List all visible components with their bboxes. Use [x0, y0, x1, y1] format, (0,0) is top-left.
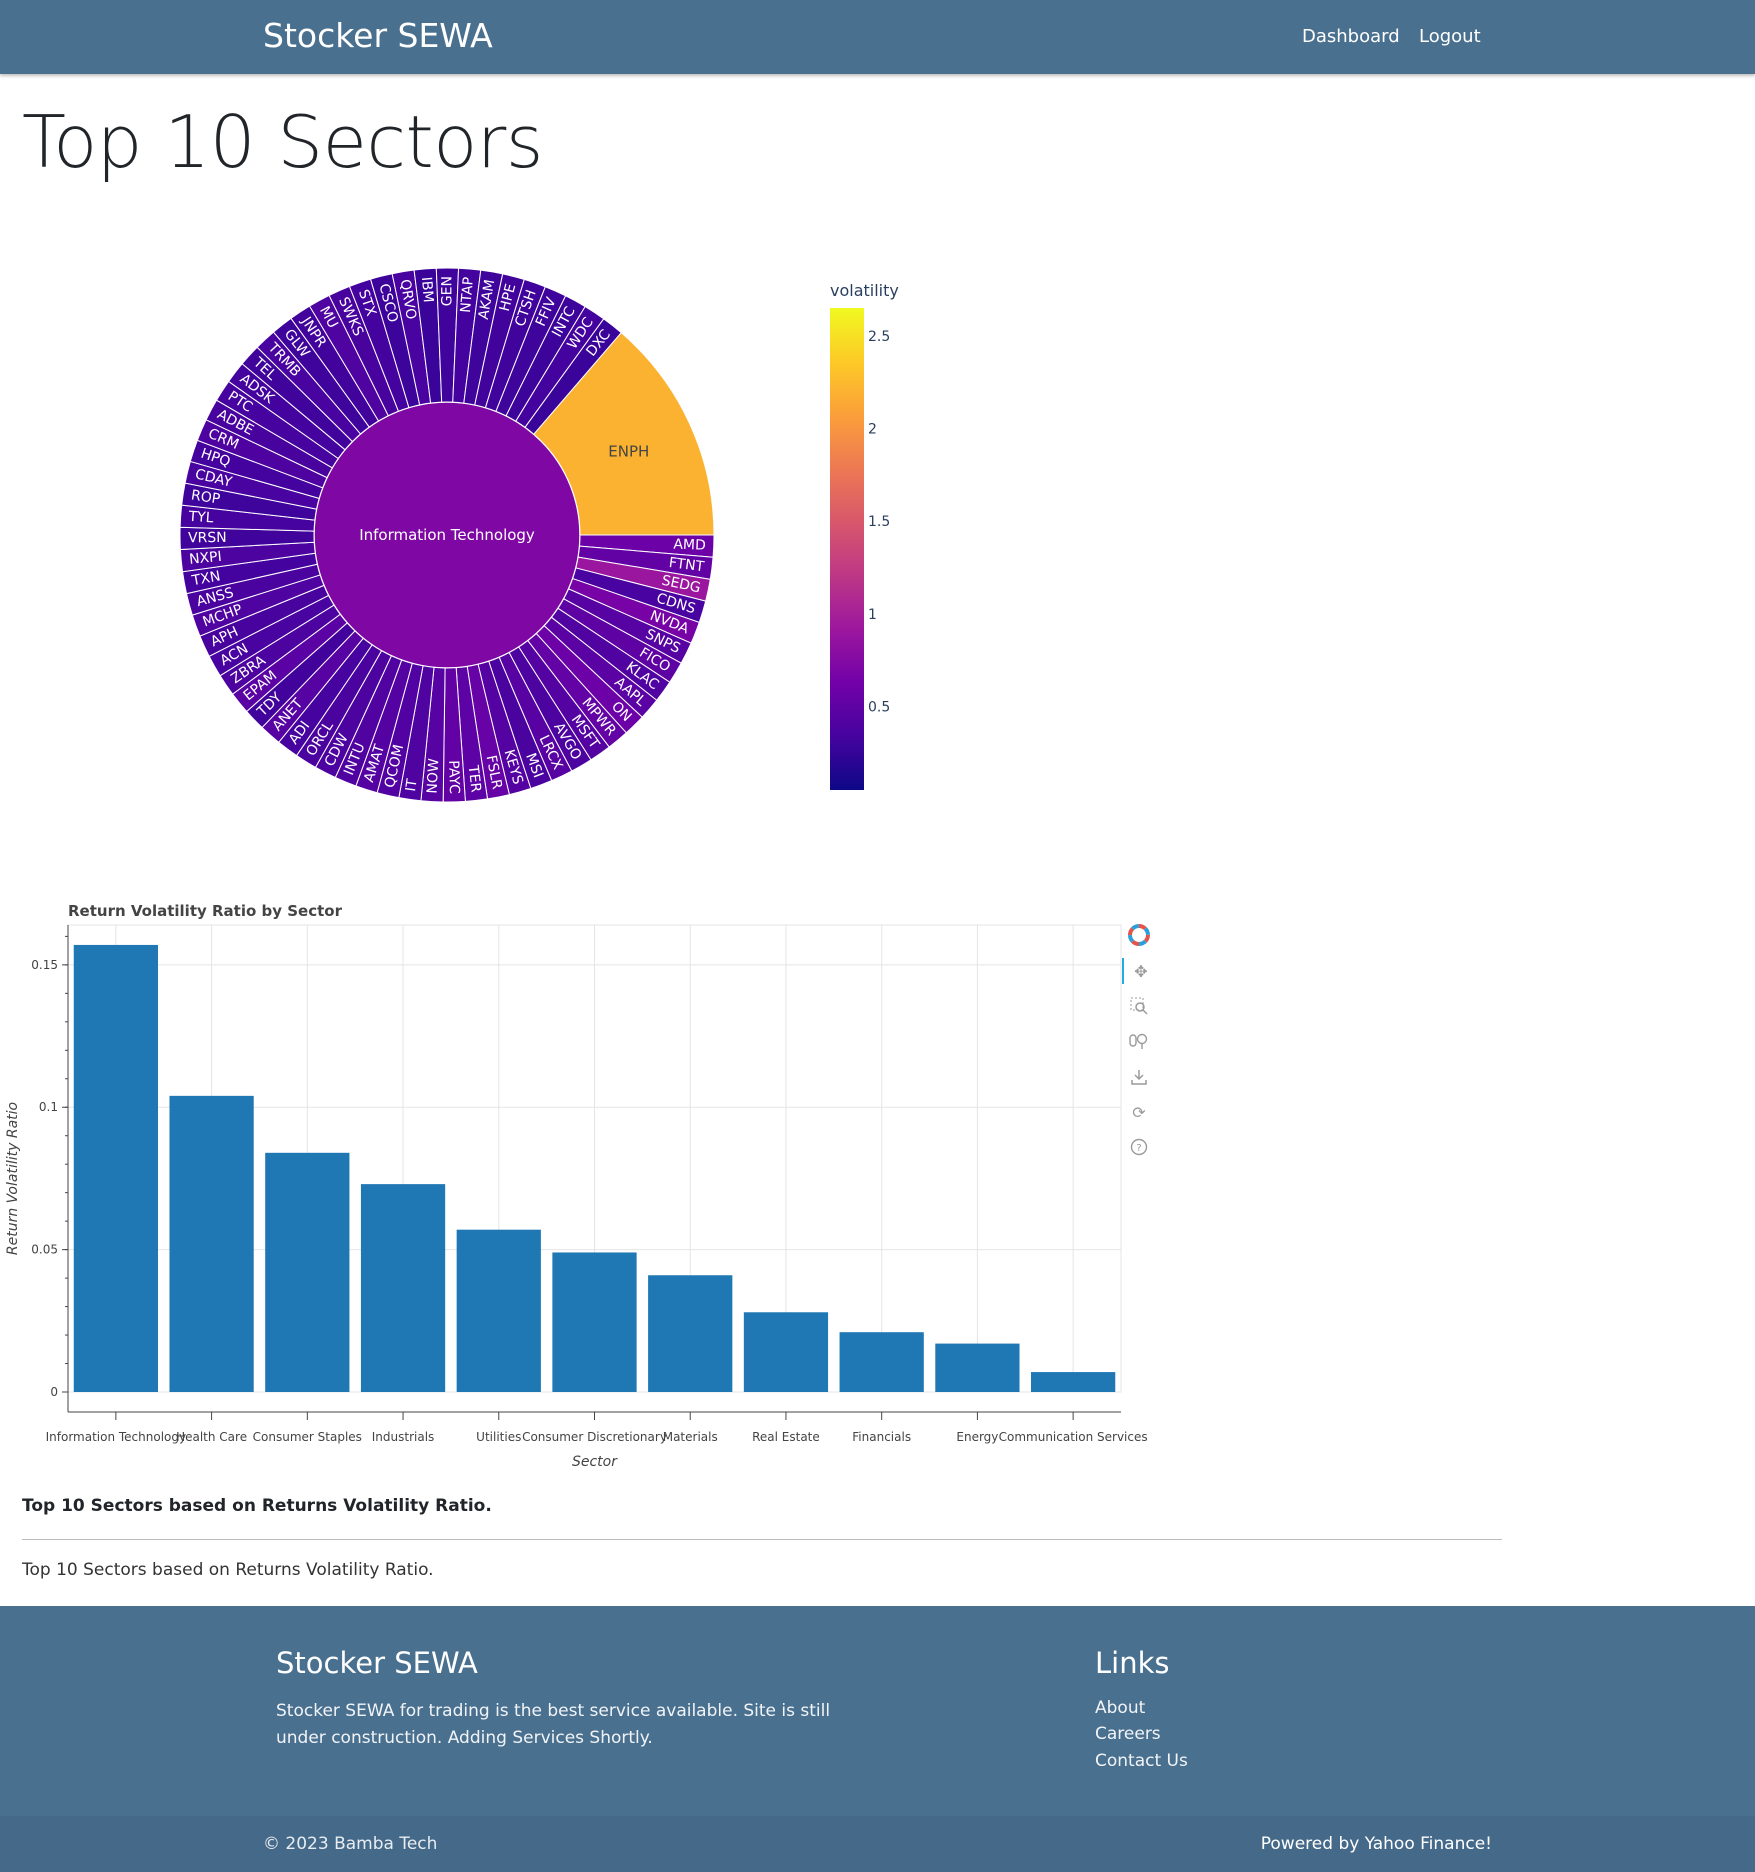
sunburst-segment-label: IBM: [418, 276, 436, 303]
colorbar-tick-label: 2: [868, 422, 877, 438]
x-tick-label: Communication Services: [999, 1430, 1148, 1444]
reset-icon[interactable]: ⟳: [1122, 1099, 1156, 1125]
x-tick-label: Real Estate: [752, 1430, 820, 1444]
sunburst-segment-label: NXPI: [188, 549, 222, 568]
x-tick-label: Materials: [663, 1430, 718, 1444]
colorbar-tick-label: 2.5: [868, 329, 890, 345]
help-icon[interactable]: ?: [1122, 1134, 1156, 1160]
y-tick-label: 0.05: [31, 1243, 58, 1257]
sunburst-segment-label: ENPH: [608, 443, 649, 461]
footer-link-about[interactable]: About: [1095, 1698, 1145, 1718]
chart-caption-heading: Top 10 Sectors based on Returns Volatili…: [22, 1496, 492, 1516]
box-zoom-icon[interactable]: [1122, 993, 1156, 1019]
sunburst-segment-label: NTAP: [458, 276, 477, 313]
bar: [839, 1332, 924, 1392]
x-tick-label: Consumer Staples: [253, 1430, 362, 1444]
svg-text:?: ?: [1136, 1143, 1141, 1154]
x-tick-label: Consumer Discretionary: [522, 1430, 667, 1444]
bar: [552, 1252, 637, 1392]
sunburst-segment-label: TYL: [187, 509, 214, 527]
footer-link-contact[interactable]: Contact Us: [1095, 1751, 1188, 1771]
colorbar-title: volatility: [830, 281, 899, 300]
sunburst-segment-label: AMD: [673, 536, 706, 553]
x-tick-label: Financials: [852, 1430, 911, 1444]
save-icon[interactable]: [1122, 1064, 1156, 1090]
divider: [22, 1539, 1502, 1540]
bar: [648, 1275, 733, 1392]
x-tick-label: Information Technology: [46, 1430, 187, 1444]
sunburst-chart[interactable]: Information TechnologyENPHAMDFTNTSEDGCDN…: [0, 0, 1755, 870]
y-axis-label: Return Volatility Ratio: [5, 1102, 21, 1255]
bar: [935, 1343, 1020, 1392]
bar: [169, 1095, 254, 1392]
bokeh-logo-icon[interactable]: [1122, 922, 1156, 948]
copyright: © 2023 Bamba Tech: [263, 1834, 438, 1854]
sunburst-segment-label: GEN: [439, 276, 455, 306]
footer-link-careers[interactable]: Careers: [1095, 1724, 1161, 1744]
bar: [743, 1312, 829, 1392]
bar: [1031, 1372, 1116, 1392]
sunburst-segment-label: VRSN: [188, 530, 227, 546]
bar: [456, 1229, 541, 1392]
colorbar-tick-label: 1: [868, 607, 877, 623]
y-tick-label: 0.15: [31, 958, 58, 972]
footer: Stocker SEWA Stocker SEWA for trading is…: [0, 1606, 1755, 1816]
wheel-zoom-icon[interactable]: [1122, 1028, 1156, 1054]
x-tick-label: Health Care: [176, 1430, 247, 1444]
colorbar-tick-label: 0.5: [868, 700, 890, 716]
sunburst-segment-label: PAYC: [445, 760, 462, 794]
bar-chart-title: Return Volatility Ratio by Sector: [68, 902, 343, 920]
chart-caption: Top 10 Sectors based on Returns Volatili…: [22, 1560, 434, 1580]
bar-chart[interactable]: Return Volatility Ratio by Sector 0 0.05 0.…: [0, 890, 1180, 1480]
x-tick-label: Industrials: [372, 1430, 435, 1444]
sunburst-segment-label: NOW: [424, 758, 442, 794]
colorbar: [830, 308, 864, 790]
footer-description: Stocker SEWA for trading is the best ser…: [276, 1701, 831, 1748]
footer-links-title: Links: [1095, 1646, 1170, 1680]
x-axis-label: Sector: [572, 1454, 618, 1470]
y-tick-label: 0: [50, 1385, 58, 1399]
bar: [265, 1152, 350, 1392]
bar: [73, 944, 158, 1392]
y-tick-label: 0.1: [39, 1100, 58, 1114]
pan-icon[interactable]: ✥: [1122, 958, 1158, 984]
x-tick-label: Utilities: [476, 1430, 521, 1444]
colorbar-tick-label: 1.5: [868, 514, 890, 530]
powered-by[interactable]: Powered by Yahoo Finance!: [1261, 1834, 1492, 1854]
footer-title: Stocker SEWA: [276, 1646, 478, 1680]
sunburst-segment-label: TER: [465, 764, 484, 794]
sunburst-center-label: Information Technology: [359, 526, 535, 544]
bar: [360, 1184, 446, 1392]
x-tick-label: Energy: [956, 1430, 998, 1444]
bottom-bar: © 2023 Bamba Tech Powered by Yahoo Finan…: [0, 1816, 1755, 1872]
